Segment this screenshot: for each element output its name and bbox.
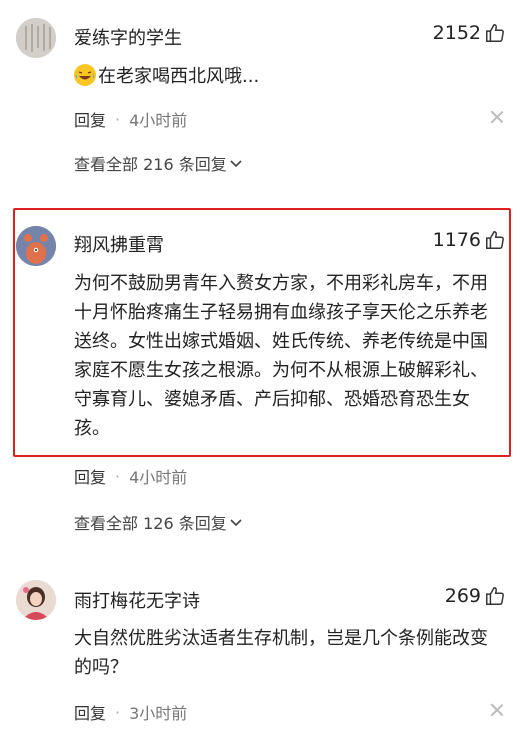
timestamp: 4小时前 [129, 111, 188, 130]
like-button[interactable]: 269 [445, 585, 506, 607]
comment-text: 为何不鼓励男青年入赘女方家，不用彩礼房车，不用十月怀胎疼痛生子轻易拥有血缘孩子享… [74, 273, 488, 439]
username[interactable]: 翔风拂重霄 [74, 231, 164, 257]
reply-button[interactable]: 回复 [74, 700, 106, 724]
username[interactable]: 雨打梅花无字诗 [74, 587, 200, 613]
view-all-label: 查看全部 126 条回复 [74, 514, 227, 533]
reply-button[interactable]: 回复 [74, 464, 106, 488]
chevron-down-icon [230, 519, 242, 527]
view-all-replies-button[interactable]: 查看全部 126 条回复 [74, 510, 243, 534]
comment-text-content: 在老家喝西北风哦... [98, 66, 260, 87]
close-icon[interactable] [490, 703, 504, 717]
like-count: 1176 [432, 229, 481, 251]
reply-button[interactable]: 回复 [74, 107, 106, 131]
view-all-replies-button[interactable]: 查看全部 216 条回复 [74, 151, 243, 175]
thumbs-up-icon [486, 587, 504, 605]
comment-meta: 回复 · 4小时前 [74, 464, 187, 488]
like-count: 269 [444, 585, 481, 607]
avatar[interactable] [16, 226, 56, 266]
like-count: 2152 [432, 22, 481, 44]
comment-text: 大自然优胜劣汰适者生存机制，岂是几个条例能改变的吗？ [74, 628, 488, 678]
thumbs-up-icon [486, 231, 504, 249]
comment-text: 在老家喝西北风哦... [74, 62, 502, 91]
comment-meta: 回复 · 3小时前 [74, 700, 187, 724]
chevron-down-icon [230, 160, 242, 168]
separator: · [115, 466, 121, 486]
username[interactable]: 爱练字的学生 [74, 24, 182, 50]
timestamp: 4小时前 [129, 468, 188, 487]
thumbs-up-icon [486, 24, 504, 42]
laughing-tears-emoji [74, 64, 96, 86]
like-button[interactable]: 2152 [433, 22, 506, 44]
view-all-label: 查看全部 216 条回复 [74, 155, 227, 174]
avatar[interactable] [16, 580, 56, 620]
close-icon[interactable] [490, 110, 504, 124]
like-button[interactable]: 1176 [433, 229, 506, 251]
comment-meta: 回复 · 4小时前 [74, 107, 187, 131]
avatar[interactable] [16, 18, 56, 58]
separator: · [115, 702, 121, 722]
separator: · [115, 109, 121, 129]
timestamp: 3小时前 [129, 704, 188, 723]
